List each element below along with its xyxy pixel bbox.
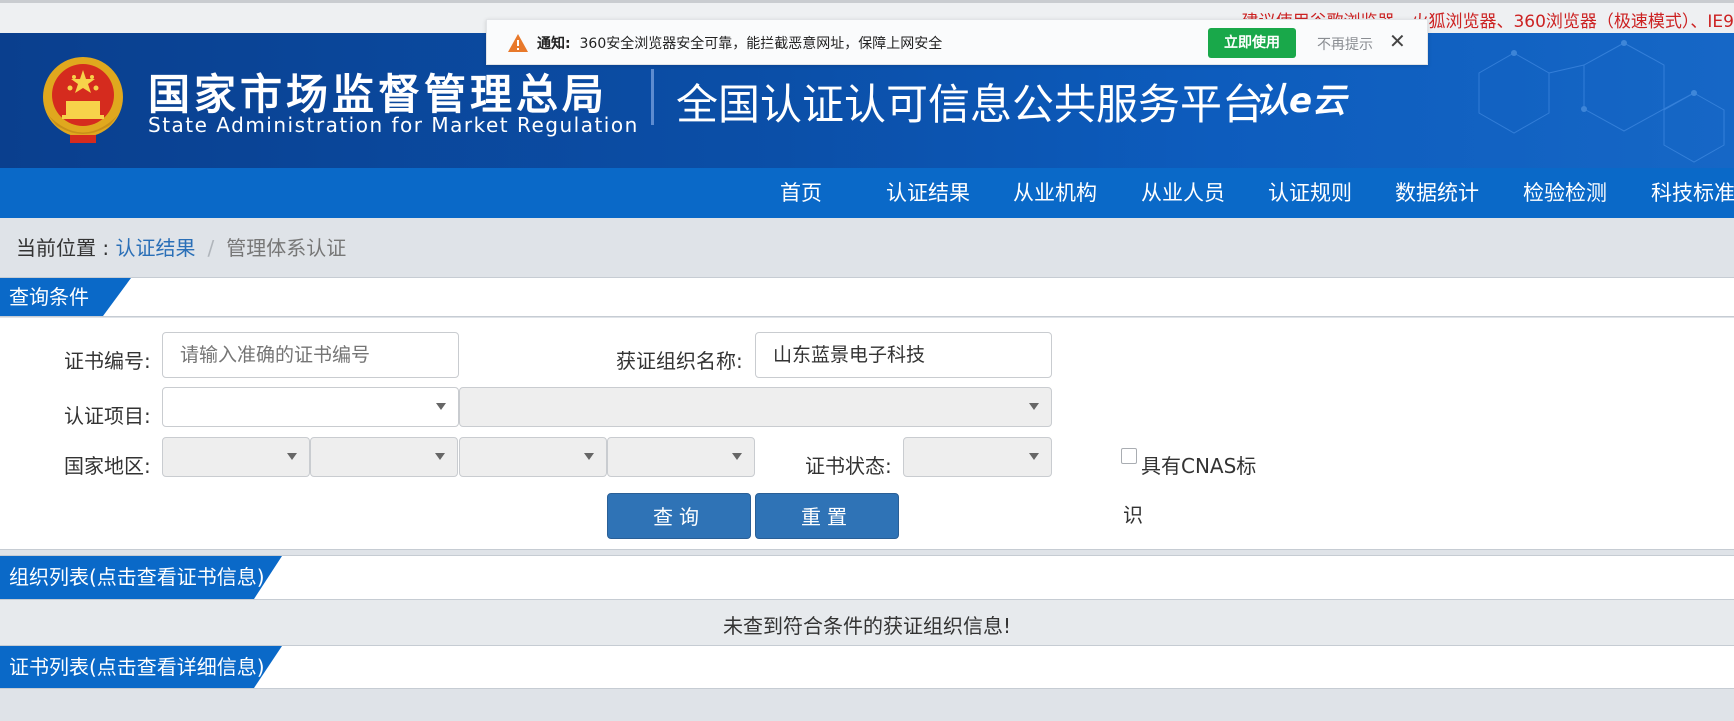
org-list-section-header: 组织列表(点击查看证书信息) bbox=[0, 555, 1734, 600]
use-now-button[interactable]: 立即使用 bbox=[1208, 28, 1296, 58]
region-country-select[interactable] bbox=[162, 437, 310, 477]
cert-no-label: 证书编号: bbox=[64, 349, 151, 373]
main-nav: 首页 认证结果 从业机构 从业人员 认证规则 数据统计 检验检测 科技标准 bbox=[0, 168, 1734, 218]
empty-result-message: 未查到符合条件的获证组织信息! bbox=[722, 614, 1012, 638]
cert-list-section-title: 证书列表(点击查看详细信息) bbox=[0, 646, 282, 688]
nav-item-rules[interactable]: 认证规则 bbox=[1268, 168, 1352, 218]
notice-message: 360安全浏览器安全可靠，能拦截恶意网址，保障上网安全 bbox=[579, 36, 943, 52]
cert-subproject-select[interactable] bbox=[459, 387, 1052, 427]
breadcrumb-link-cert-results[interactable]: 认证结果 bbox=[115, 236, 195, 260]
notice-label: 通知: bbox=[537, 36, 571, 52]
renyun-logo: 认e云 bbox=[1255, 81, 1347, 121]
notice-text: 通知: 360安全浏览器安全可靠，能拦截恶意网址，保障上网安全 bbox=[537, 33, 942, 53]
cert-status-label: 证书状态: bbox=[805, 454, 892, 478]
nav-item-personnel[interactable]: 从业人员 bbox=[1141, 168, 1225, 218]
query-button[interactable]: 查询 bbox=[607, 493, 751, 539]
reset-button[interactable]: 重置 bbox=[755, 493, 899, 539]
section-divider bbox=[0, 549, 1734, 550]
region-province-select[interactable] bbox=[310, 437, 458, 477]
nav-item-institutions[interactable]: 从业机构 bbox=[1013, 168, 1097, 218]
chevron-down-icon bbox=[436, 403, 446, 410]
agency-name-en: State Administration for Market Regulati… bbox=[148, 113, 639, 137]
org-list-section-title: 组织列表(点击查看证书信息) bbox=[0, 556, 282, 599]
cnas-checkbox[interactable] bbox=[1121, 448, 1137, 464]
cnas-label-line2: 识 bbox=[1123, 503, 1143, 527]
nav-item-cert-results[interactable]: 认证结果 bbox=[886, 168, 970, 218]
cert-status-select[interactable] bbox=[903, 437, 1052, 477]
query-section-title: 查询条件 bbox=[0, 278, 131, 316]
region-district-select[interactable] bbox=[607, 437, 755, 477]
browser-notice-bar: 通知: 360安全浏览器安全可靠，能拦截恶意网址，保障上网安全 立即使用 不再提… bbox=[486, 19, 1428, 65]
org-name-input[interactable]: 山东蓝景电子科技 bbox=[755, 332, 1052, 378]
breadcrumb: 当前位置 : 认证结果 / 管理体系认证 bbox=[16, 232, 346, 261]
breadcrumb-prefix: 当前位置 : bbox=[16, 236, 110, 260]
cert-list-section-header: 证书列表(点击查看详细信息) bbox=[0, 645, 1734, 689]
nav-item-inspection[interactable]: 检验检测 bbox=[1523, 168, 1607, 218]
chevron-down-icon bbox=[584, 453, 594, 460]
dont-show-again-link[interactable]: 不再提示 bbox=[1317, 34, 1373, 54]
chevron-down-icon bbox=[732, 453, 742, 460]
empty-result-row: 未查到符合条件的获证组织信息! bbox=[0, 600, 1734, 646]
cnas-label-line1: 具有CNAS标 bbox=[1141, 454, 1257, 478]
cert-no-input[interactable] bbox=[162, 332, 459, 378]
header-divider bbox=[651, 69, 654, 125]
platform-title: 全国认证认可信息公共服务平台 bbox=[676, 80, 1265, 129]
nav-item-standards[interactable]: 科技标准 bbox=[1651, 168, 1734, 218]
region-label: 国家地区: bbox=[64, 454, 151, 478]
nav-item-home[interactable]: 首页 bbox=[780, 168, 822, 218]
chevron-down-icon bbox=[1029, 453, 1039, 460]
breadcrumb-separator: / bbox=[207, 236, 215, 260]
cert-project-label: 认证项目: bbox=[64, 404, 151, 428]
chevron-down-icon bbox=[1029, 403, 1039, 410]
warning-icon bbox=[508, 34, 528, 52]
query-section-header: 查询条件 bbox=[0, 277, 1734, 317]
cert-project-select[interactable] bbox=[162, 387, 459, 427]
chevron-down-icon bbox=[287, 453, 297, 460]
network-decoration bbox=[1478, 40, 1725, 163]
org-name-label: 获证组织名称: bbox=[616, 349, 743, 373]
page-bottom-area bbox=[0, 688, 1734, 721]
chevron-down-icon bbox=[435, 453, 445, 460]
close-icon[interactable]: ✕ bbox=[1389, 29, 1406, 53]
nav-item-statistics[interactable]: 数据统计 bbox=[1395, 168, 1479, 218]
region-city-select[interactable] bbox=[459, 437, 607, 477]
national-emblem-icon bbox=[43, 57, 123, 143]
breadcrumb-current: 管理体系认证 bbox=[226, 236, 347, 260]
